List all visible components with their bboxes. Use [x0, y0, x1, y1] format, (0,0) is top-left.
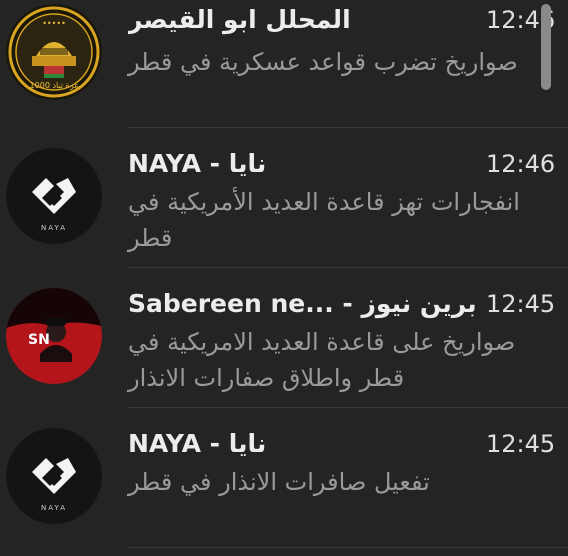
notification-item[interactable]: ••••• 1000 غزة تباد المحلل ابو القيصر 12… — [0, 0, 568, 140]
sender-name: NAYA - نايا — [128, 429, 267, 458]
divider — [128, 547, 568, 548]
sender-name: NAYA - نايا — [128, 149, 267, 178]
notification-item[interactable]: NAYA NAYA - نايا 12:46 انفجارات تهز قاعد… — [0, 128, 568, 268]
naya-logo-avatar: NAYA — [6, 428, 102, 524]
notification-item[interactable]: NAYA NAYA - نايا 12:45 تفعيل صافرات الان… — [0, 408, 568, 548]
scrollbar-thumb[interactable] — [541, 4, 551, 90]
timestamp: 12:46 — [486, 150, 556, 178]
svg-text:NAYA: NAYA — [41, 504, 67, 512]
message-preview: صواريخ على قاعدة العديد الامريكية في قطر… — [128, 328, 516, 392]
svg-text:SN: SN — [28, 332, 50, 348]
message-preview: انفجارات تهز قاعدة العديد الأمريكية في ق… — [128, 188, 520, 252]
notification-item[interactable]: SN Sabereen ne... - صابرين نيوز 12:45 صو… — [0, 268, 568, 408]
gaza-dome-badge-avatar: ••••• 1000 غزة تباد — [6, 4, 102, 100]
sabereen-news-avatar: SN — [6, 288, 102, 384]
sender-name: Sabereen ne... - صابرين نيوز — [128, 289, 478, 318]
timestamp: 12:45 — [486, 290, 556, 318]
message-preview: تفعيل صافرات الانذار في قطر — [128, 468, 430, 496]
sender-name: المحلل ابو القيصر — [128, 5, 351, 34]
svg-text:•••••: ••••• — [42, 19, 66, 28]
svg-text:1000 غزة تباد: 1000 غزة تباد — [30, 81, 79, 90]
naya-logo-avatar: NAYA — [6, 148, 102, 244]
timestamp: 12:45 — [486, 430, 556, 458]
svg-text:NAYA: NAYA — [41, 224, 67, 232]
message-preview: صواريخ تضرب قواعد عسكرية في قطر — [128, 48, 518, 76]
